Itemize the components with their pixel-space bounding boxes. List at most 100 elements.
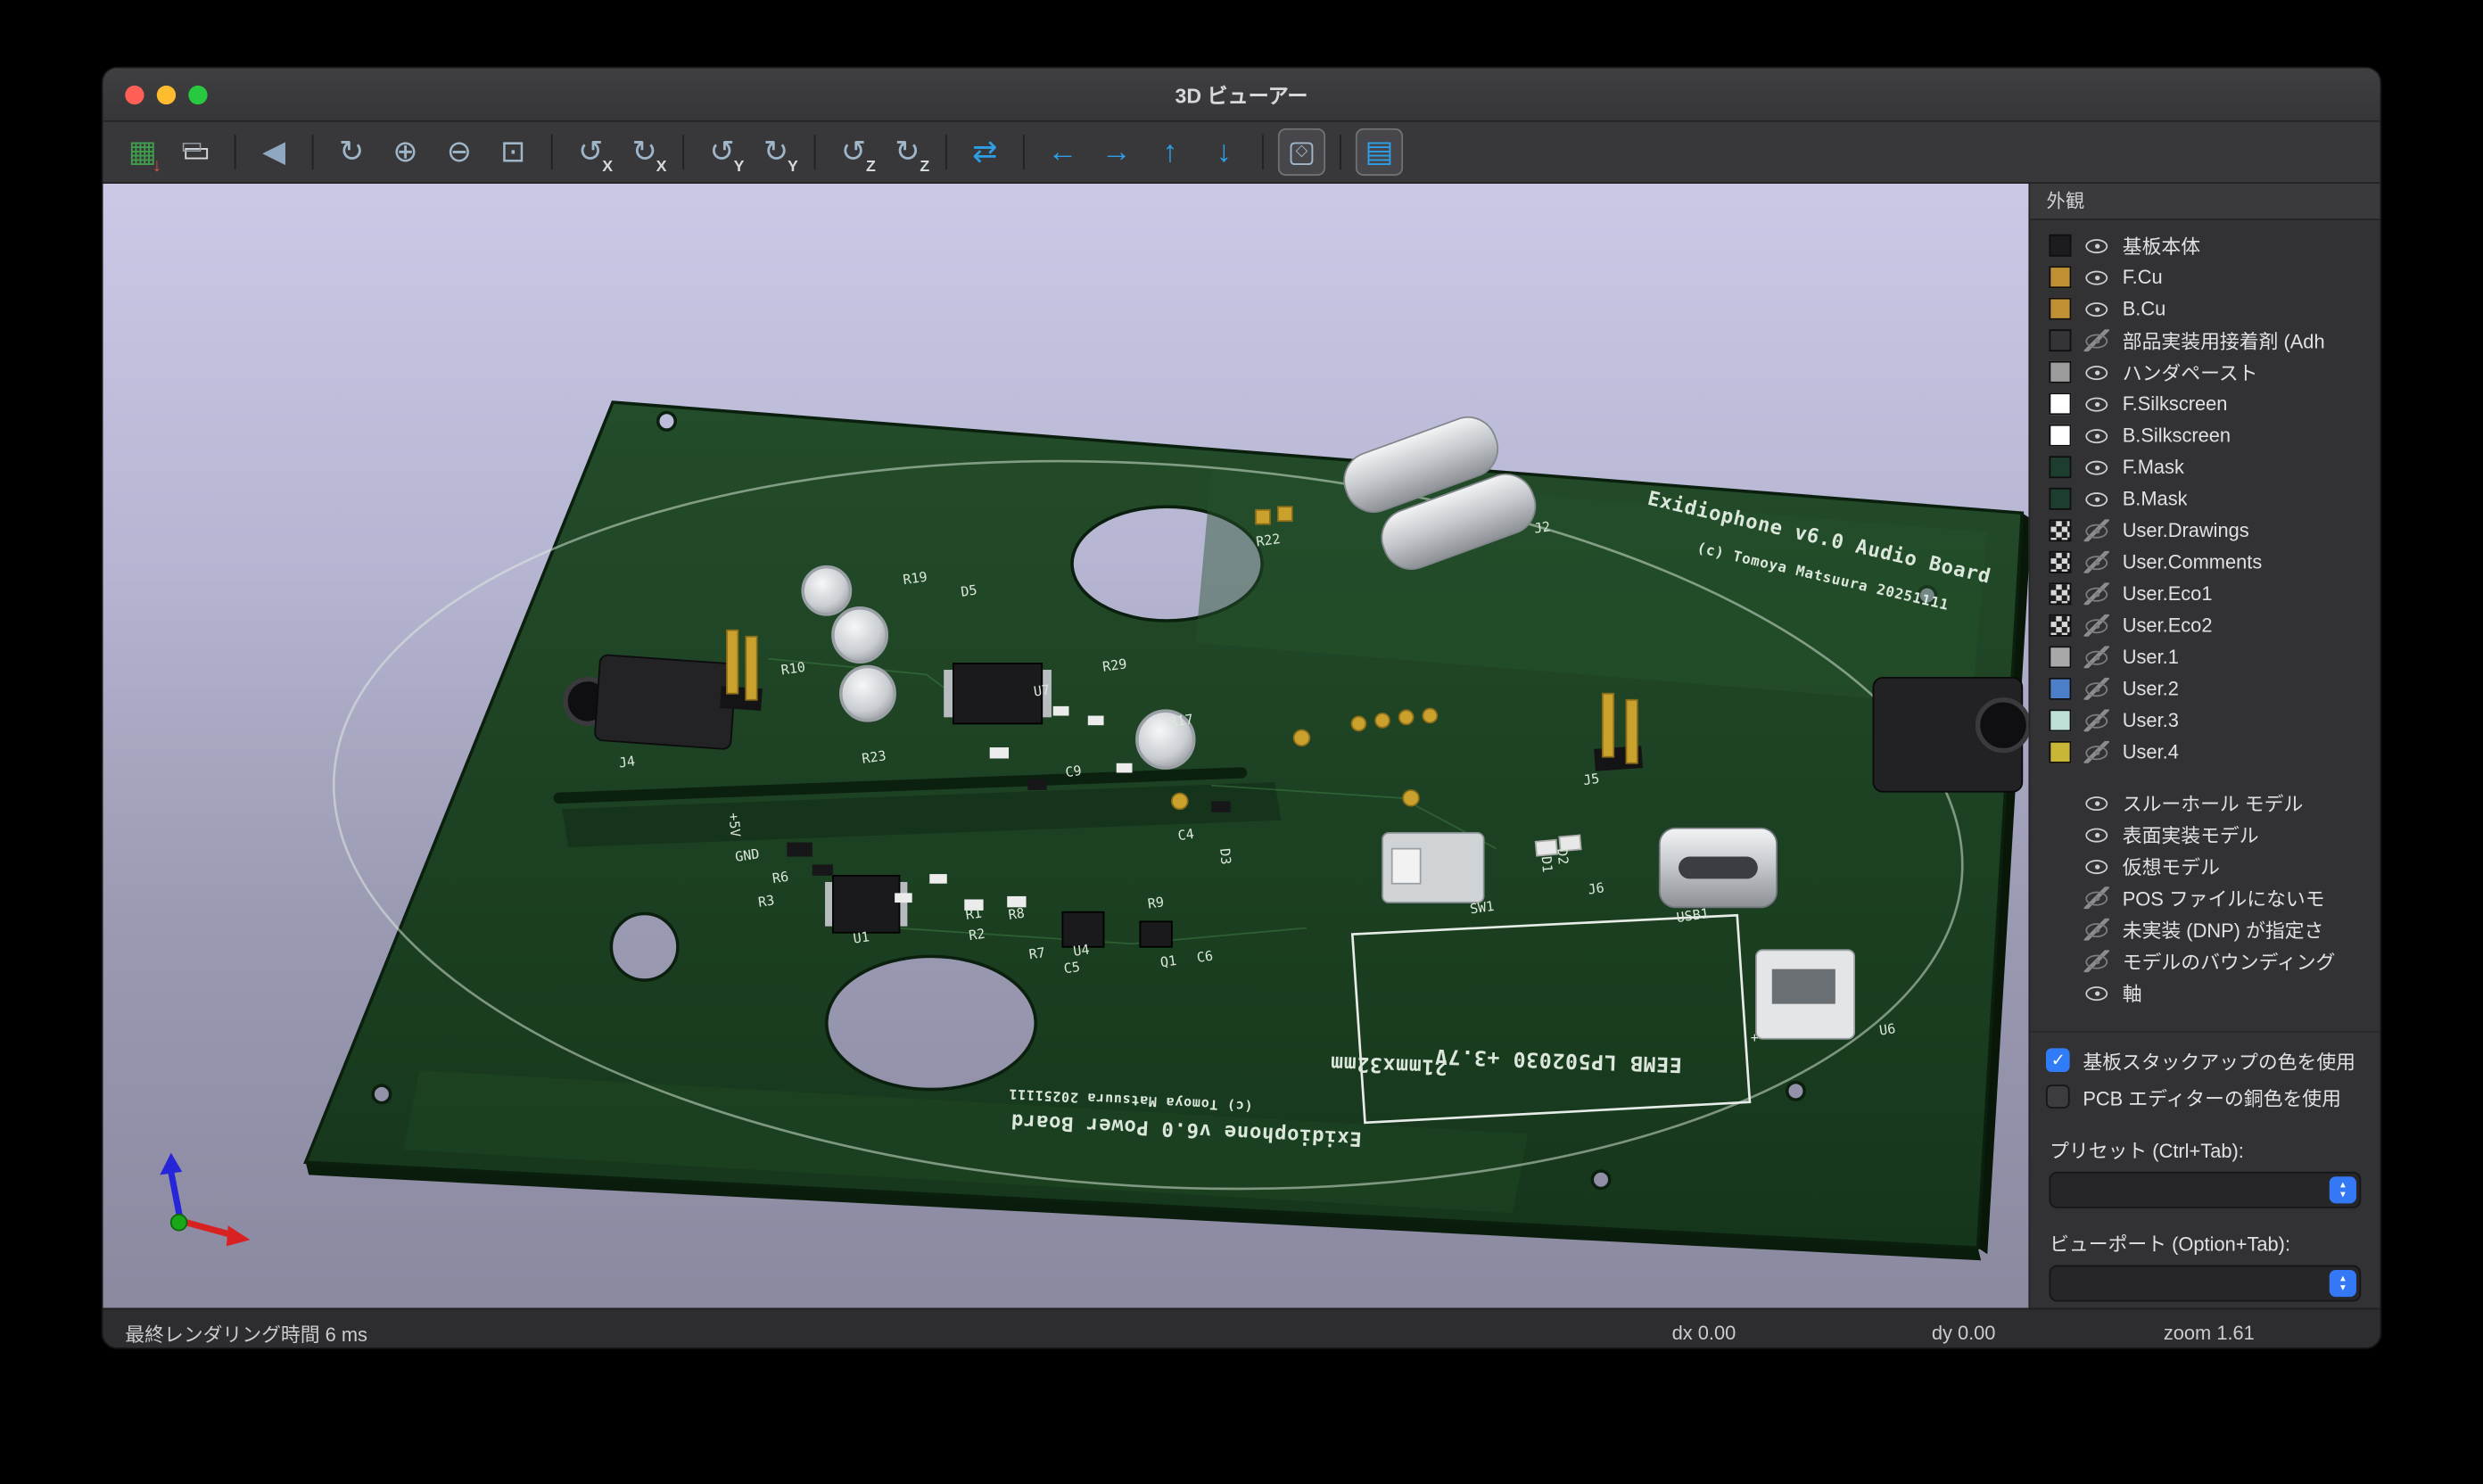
model-row[interactable]: スルーホール モデル (2031, 787, 2380, 819)
layer-row[interactable]: User.Drawings (2031, 515, 2380, 547)
visibility-eye-off-icon[interactable] (2084, 678, 2109, 700)
visibility-eye-icon[interactable] (2084, 361, 2109, 383)
layer-color-swatch[interactable] (2050, 551, 2072, 573)
appearance-panel-button[interactable]: ▤ (1356, 128, 1403, 176)
layer-color-swatch[interactable] (2050, 614, 2072, 637)
layer-color-swatch[interactable] (2050, 361, 2072, 383)
layer-color-swatch[interactable] (2050, 488, 2072, 510)
layer-row[interactable]: B.Mask (2031, 483, 2380, 515)
layer-color-swatch[interactable] (2050, 425, 2072, 447)
move-up-button[interactable]: ↑ (1146, 128, 1193, 176)
rotate-x-ccw-button[interactable]: ↺X (567, 128, 615, 176)
layer-row[interactable]: F.Silkscreen (2031, 388, 2380, 420)
layer-color-swatch[interactable] (2050, 235, 2072, 257)
layer-color-swatch[interactable] (2050, 329, 2072, 351)
stepper-icon[interactable]: ▴▾ (2330, 1176, 2356, 1203)
model-row[interactable]: 表面実装モデル (2031, 819, 2380, 851)
viewport-combobox[interactable]: ▴▾ (2050, 1266, 2361, 1302)
visibility-eye-off-icon[interactable] (2084, 886, 2109, 909)
option-row[interactable]: ✓基板スタックアップの色を使用 (2031, 1042, 2380, 1078)
layer-row[interactable]: User.3 (2031, 705, 2380, 737)
visibility-eye-off-icon[interactable] (2084, 646, 2109, 668)
layer-color-swatch[interactable] (2050, 709, 2072, 731)
visibility-eye-icon[interactable] (2084, 298, 2109, 320)
layer-row[interactable]: F.Cu (2031, 261, 2380, 293)
checkbox-checked[interactable]: ✓ (2047, 1048, 2071, 1072)
visibility-eye-icon[interactable] (2084, 855, 2109, 878)
option-row[interactable]: PCB エディターの銅色を使用 (2031, 1078, 2380, 1115)
layer-row[interactable]: 基板本体 (2031, 229, 2380, 261)
visibility-eye-off-icon[interactable] (2084, 519, 2109, 541)
visibility-eye-icon[interactable] (2084, 392, 2109, 415)
reload-board-button[interactable]: ▦↓ (119, 128, 166, 176)
visibility-eye-off-icon[interactable] (2084, 950, 2109, 972)
rotate-z-cw-button[interactable]: ↻Z (884, 128, 931, 176)
move-right-button[interactable]: → (1093, 128, 1140, 176)
layer-row[interactable]: User.Eco2 (2031, 610, 2380, 642)
copy-image-button[interactable]: ▭▭ (173, 128, 220, 176)
titlebar[interactable]: 3D ビューアー (103, 68, 2380, 121)
layer-color-swatch[interactable] (2050, 582, 2072, 605)
layer-color-swatch[interactable] (2050, 392, 2072, 415)
visibility-eye-icon[interactable] (2084, 488, 2109, 510)
visibility-eye-icon[interactable] (2084, 792, 2109, 814)
visibility-eye-off-icon[interactable] (2084, 709, 2109, 731)
model-row[interactable]: 未実装 (DNP) が指定さ (2031, 913, 2380, 945)
layer-label: ハンダペースト (2123, 358, 2258, 386)
flip-board-button[interactable]: ⇄ (961, 128, 1009, 176)
layer-row[interactable]: F.Mask (2031, 451, 2380, 483)
visibility-eye-off-icon[interactable] (2084, 582, 2109, 605)
visibility-eye-icon[interactable] (2084, 456, 2109, 478)
move-down-button[interactable]: ↓ (1200, 128, 1248, 176)
layer-color-swatch[interactable] (2050, 298, 2072, 320)
layer-label: 基板本体 (2123, 231, 2200, 260)
rotate-y-ccw-button[interactable]: ↺Y (698, 128, 746, 176)
layer-color-swatch[interactable] (2050, 456, 2072, 478)
layer-row[interactable]: B.Silkscreen (2031, 420, 2380, 452)
visibility-eye-off-icon[interactable] (2084, 551, 2109, 573)
layer-color-swatch[interactable] (2050, 519, 2072, 541)
viewport-3d[interactable]: Exidiophone v6.0 Audio Board(c) Tomoya M… (103, 184, 2029, 1308)
rotate-y-cw-button[interactable]: ↻Y (752, 128, 799, 176)
rotate-z-ccw-button[interactable]: ↺Z (829, 128, 877, 176)
layer-row[interactable]: User.Eco1 (2031, 578, 2380, 610)
layer-row[interactable]: ハンダペースト (2031, 356, 2380, 388)
layer-row[interactable]: B.Cu (2031, 293, 2380, 325)
raytracing-toggle-button[interactable]: ◀ (251, 128, 298, 176)
visibility-eye-off-icon[interactable] (2084, 919, 2109, 941)
visibility-eye-icon[interactable] (2084, 823, 2109, 845)
visibility-eye-off-icon[interactable] (2084, 614, 2109, 637)
layer-row[interactable]: User.4 (2031, 737, 2380, 769)
slide-switch-sw1 (1382, 833, 1484, 903)
layer-color-swatch[interactable] (2050, 646, 2072, 668)
axis-indicator (160, 1153, 250, 1247)
layer-color-swatch[interactable] (2050, 741, 2072, 763)
layer-row[interactable]: User.1 (2031, 641, 2380, 673)
model-row[interactable]: 仮想モデル (2031, 850, 2380, 882)
layer-row[interactable]: 部品実装用接着剤 (Adh (2031, 325, 2380, 357)
zoom-fit-button[interactable]: ⊡ (490, 128, 537, 176)
visibility-eye-off-icon[interactable] (2084, 741, 2109, 763)
stepper-icon[interactable]: ▴▾ (2330, 1270, 2356, 1297)
zoom-in-button[interactable]: ⊕ (382, 128, 429, 176)
checkbox-unchecked[interactable] (2047, 1084, 2071, 1109)
redraw-view-button[interactable]: ↻ (328, 128, 375, 176)
layer-row[interactable]: User.2 (2031, 673, 2380, 705)
visibility-eye-icon[interactable] (2084, 982, 2109, 1004)
model-row[interactable]: 軸 (2031, 977, 2380, 1009)
layer-color-swatch[interactable] (2050, 266, 2072, 288)
zoom-out-button[interactable]: ⊖ (435, 128, 483, 176)
visibility-eye-icon[interactable] (2084, 425, 2109, 447)
preset-combobox[interactable]: ▴▾ (2050, 1172, 2361, 1208)
layer-color-swatch[interactable] (2050, 678, 2072, 700)
rotate-x-cw-button[interactable]: ↻X (621, 128, 668, 176)
visibility-eye-icon[interactable] (2084, 235, 2109, 257)
move-left-button[interactable]: ← (1039, 128, 1086, 176)
visibility-eye-icon[interactable] (2084, 266, 2109, 288)
model-row[interactable]: モデルのバウンディング (2031, 945, 2380, 977)
layer-row[interactable]: User.Comments (2031, 547, 2380, 579)
visibility-eye-off-icon[interactable] (2084, 329, 2109, 351)
orthographic-projection-button[interactable]: ▢◇ (1278, 128, 1325, 176)
toolbar-separator (235, 135, 236, 169)
model-row[interactable]: POS ファイルにないモ (2031, 882, 2380, 914)
